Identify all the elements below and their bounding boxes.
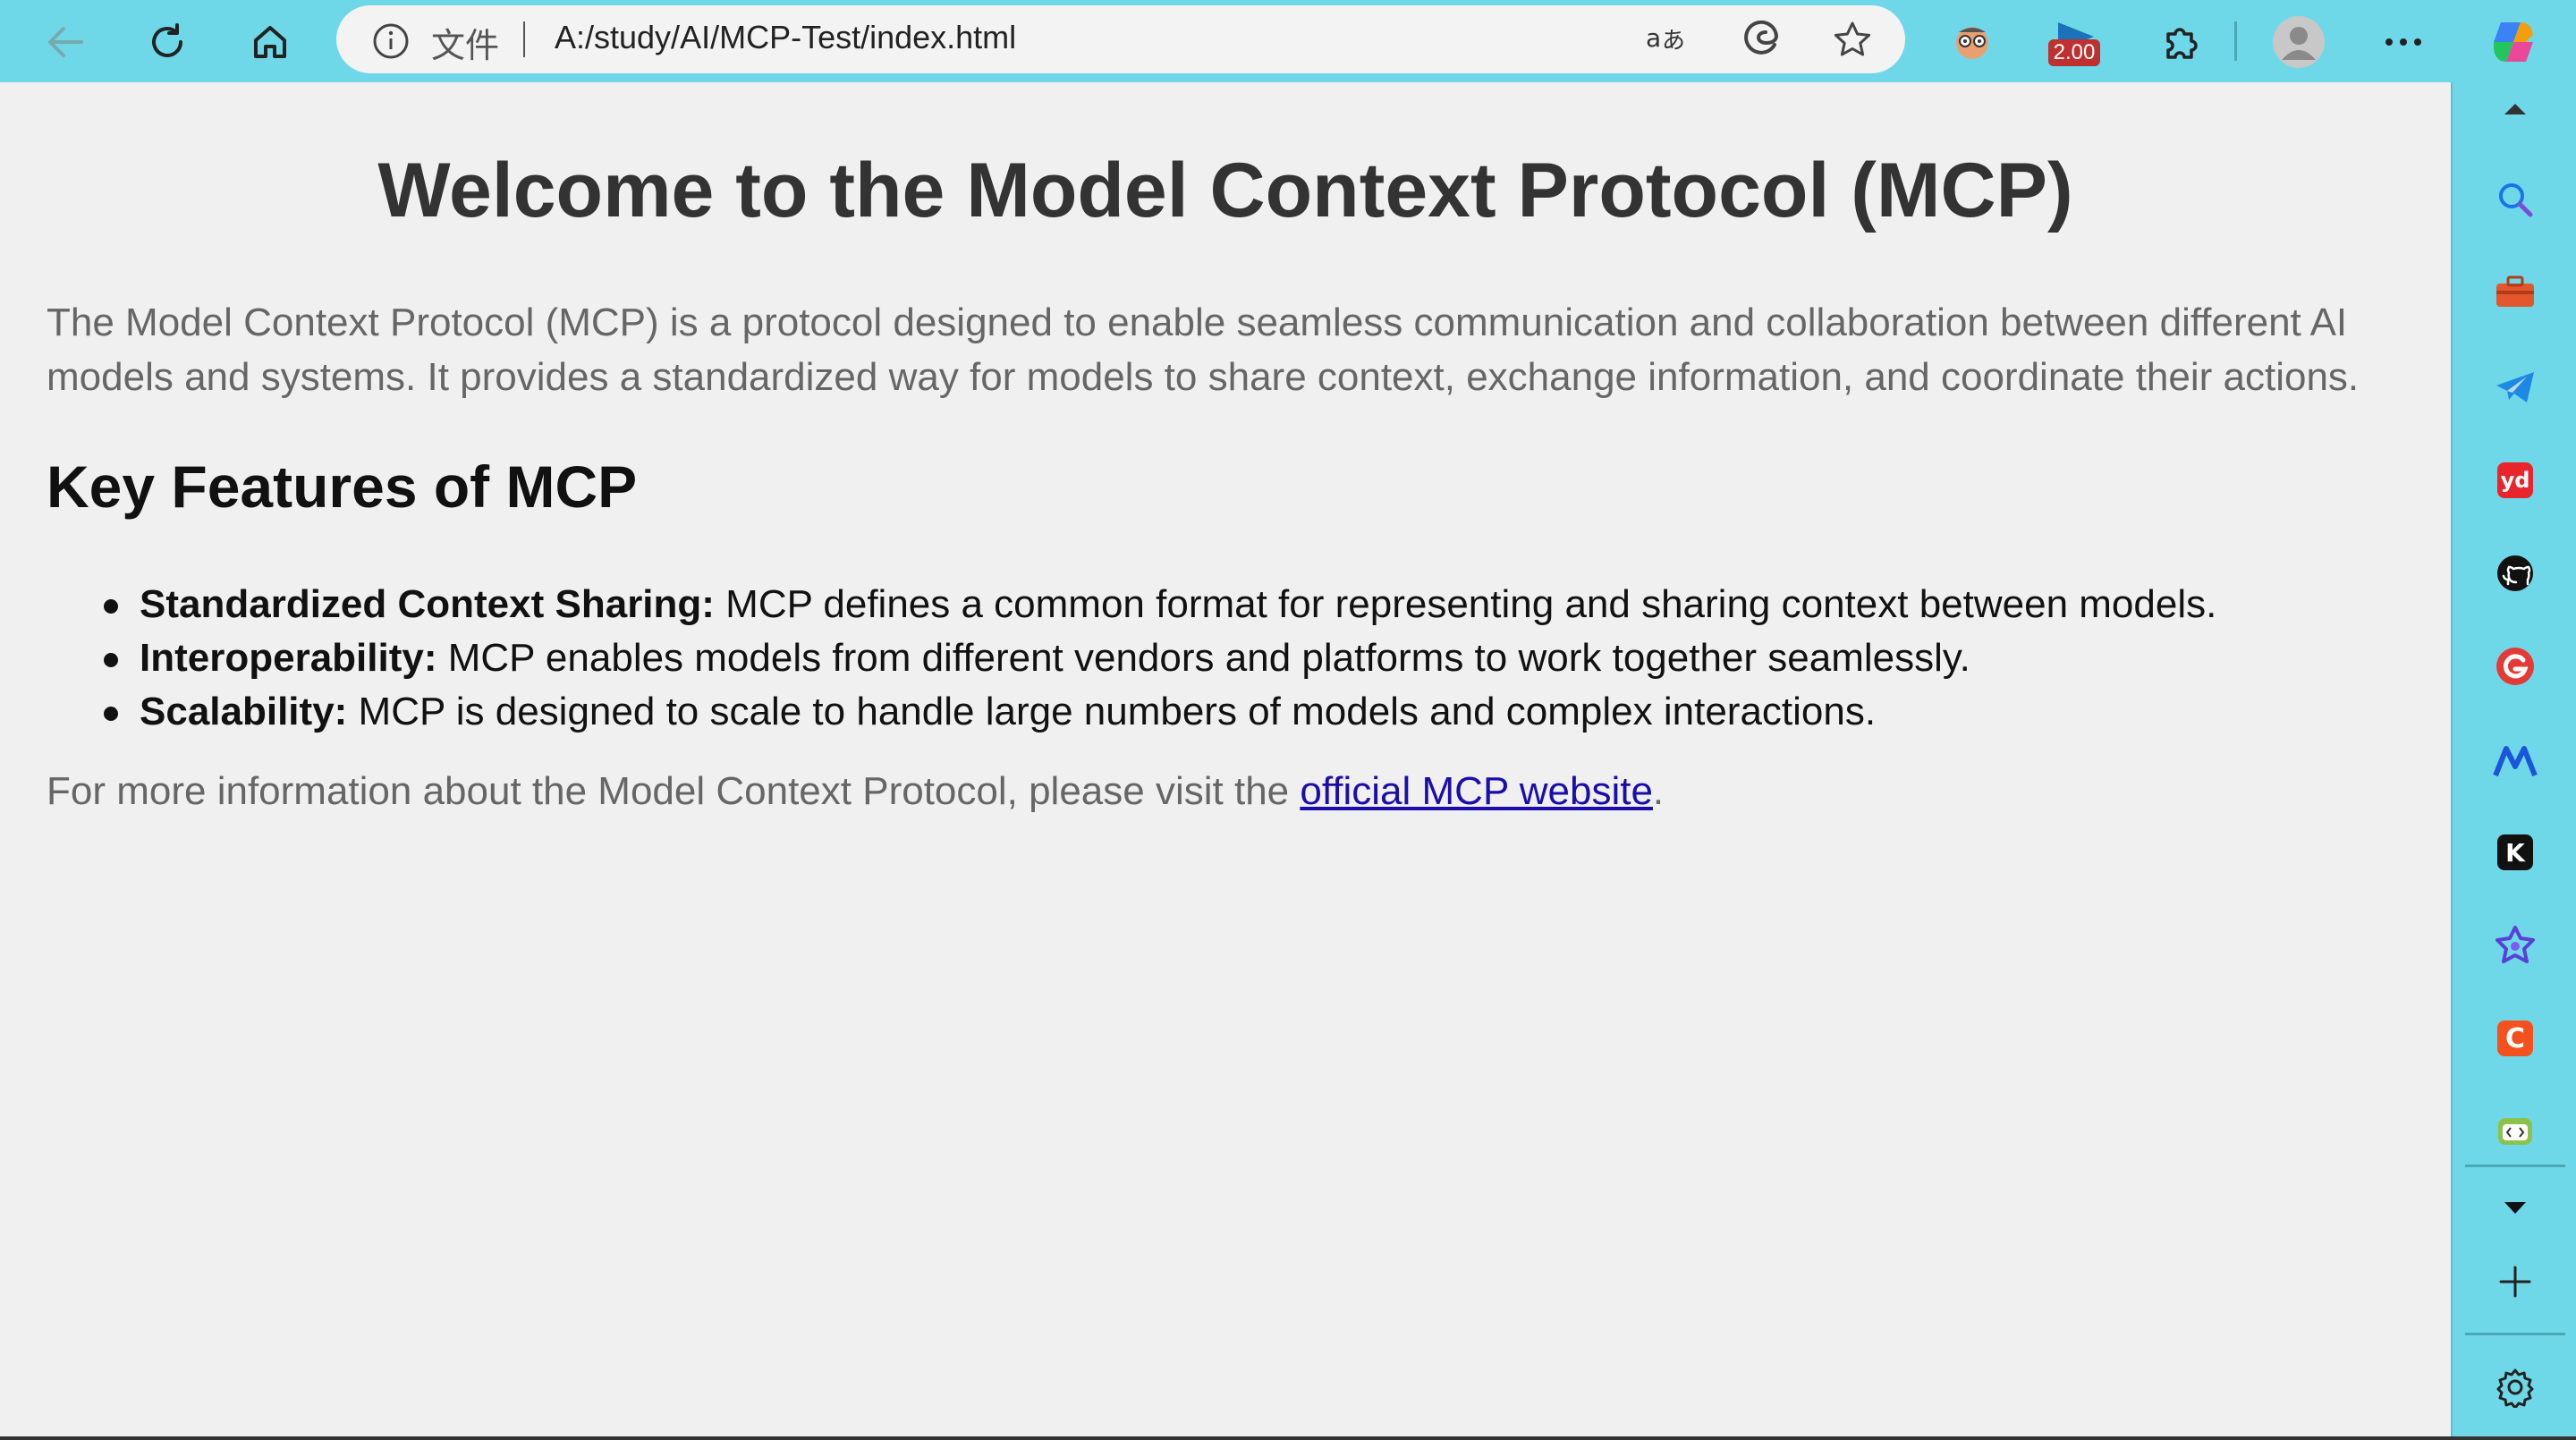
toolbox-icon[interactable] [2484, 261, 2546, 324]
translate-icon[interactable]: aあ [1644, 20, 1689, 59]
settings-icon[interactable] [2484, 1356, 2546, 1419]
speed-badge: 2.00 [2048, 39, 2100, 66]
page-content: Welcome to the Model Context Protocol (M… [0, 84, 2451, 1436]
feature-desc: MCP is designed to scale to handle large… [347, 690, 1877, 733]
m-logo-icon[interactable] [2484, 730, 2546, 792]
edge-sidebar: yd K C [2451, 82, 2576, 1440]
extension-face-icon[interactable] [1941, 11, 2004, 73]
copilot-icon[interactable] [2482, 11, 2545, 73]
sidebar-divider [2465, 1333, 2565, 1335]
k-logo-icon[interactable]: K [2484, 821, 2546, 884]
edge-icon[interactable] [1741, 20, 1780, 63]
intro-paragraph: The Model Context Protocol (MCP) is a pr… [47, 301, 2360, 399]
feature-name: Standardized Context Sharing: [140, 582, 715, 626]
avatar-icon[interactable] [2267, 11, 2330, 73]
toolbar-divider [2234, 21, 2237, 61]
list-item: Scalability: MCP is designed to scale to… [103, 685, 2216, 739]
address-bar[interactable]: 文件 A:/study/AI/MCP-Test/index.html aあ [336, 5, 1905, 73]
scroll-down-icon[interactable] [2484, 1177, 2546, 1240]
github-icon[interactable] [2484, 542, 2546, 605]
window-bottom-border [0, 1436, 2576, 1440]
k-logo-label: K [2497, 834, 2533, 870]
feature-name: Interoperability: [140, 636, 437, 680]
feature-desc: MCP defines a common format for represen… [714, 582, 2217, 626]
browser-toolbar: 文件 A:/study/AI/MCP-Test/index.html aあ 2.… [0, 0, 2576, 82]
back-arrow-icon[interactable] [34, 11, 97, 73]
search-icon[interactable] [2484, 168, 2546, 231]
info-icon[interactable] [372, 22, 410, 64]
c-logo-label: C [2497, 1021, 2533, 1056]
add-icon[interactable] [2484, 1250, 2546, 1313]
page-title: Welcome to the Model Context Protocol (M… [377, 148, 2073, 233]
svg-text:a: a [1646, 23, 1661, 53]
feature-name: Scalability: [140, 690, 348, 733]
list-item: Standardized Context Sharing: MCP define… [103, 578, 2217, 631]
svg-text:あ: あ [1662, 28, 1685, 55]
feature-desc: MCP enables models from different vendor… [436, 636, 1970, 680]
more-info-suffix: . [1652, 769, 1665, 813]
telegram-icon[interactable] [2484, 356, 2546, 419]
address-divider [523, 21, 525, 57]
reload-icon[interactable] [136, 11, 199, 73]
g-logo-icon[interactable] [2484, 635, 2546, 698]
features-heading: Key Features of MCP [47, 453, 638, 520]
youdao-icon[interactable]: yd [2484, 449, 2546, 512]
official-website-link[interactable]: official MCP website [1300, 769, 1653, 813]
sidebar-divider [2465, 1165, 2565, 1167]
code-tool-icon[interactable] [2484, 1100, 2546, 1163]
features-list: Standardized Context Sharing: MCP define… [47, 578, 2216, 739]
more-info-paragraph: For more information about the Model Con… [47, 769, 1664, 814]
scroll-up-icon[interactable] [2484, 77, 2546, 140]
youdao-label: yd [2497, 462, 2533, 498]
scheme-label: 文件 [431, 26, 500, 65]
url-text[interactable]: A:/study/AI/MCP-Test/index.html [555, 19, 1016, 56]
puzzle-icon[interactable] [2148, 11, 2211, 73]
c-logo-icon[interactable]: C [2484, 1007, 2546, 1070]
home-icon[interactable] [239, 11, 301, 73]
perplexity-icon[interactable] [2484, 914, 2546, 977]
list-item: Interoperability: MCP enables models fro… [103, 631, 2216, 685]
more-icon[interactable] [2372, 11, 2435, 73]
star-icon[interactable] [1832, 20, 1873, 64]
more-info-prefix: For more information about the Model Con… [47, 769, 1301, 813]
